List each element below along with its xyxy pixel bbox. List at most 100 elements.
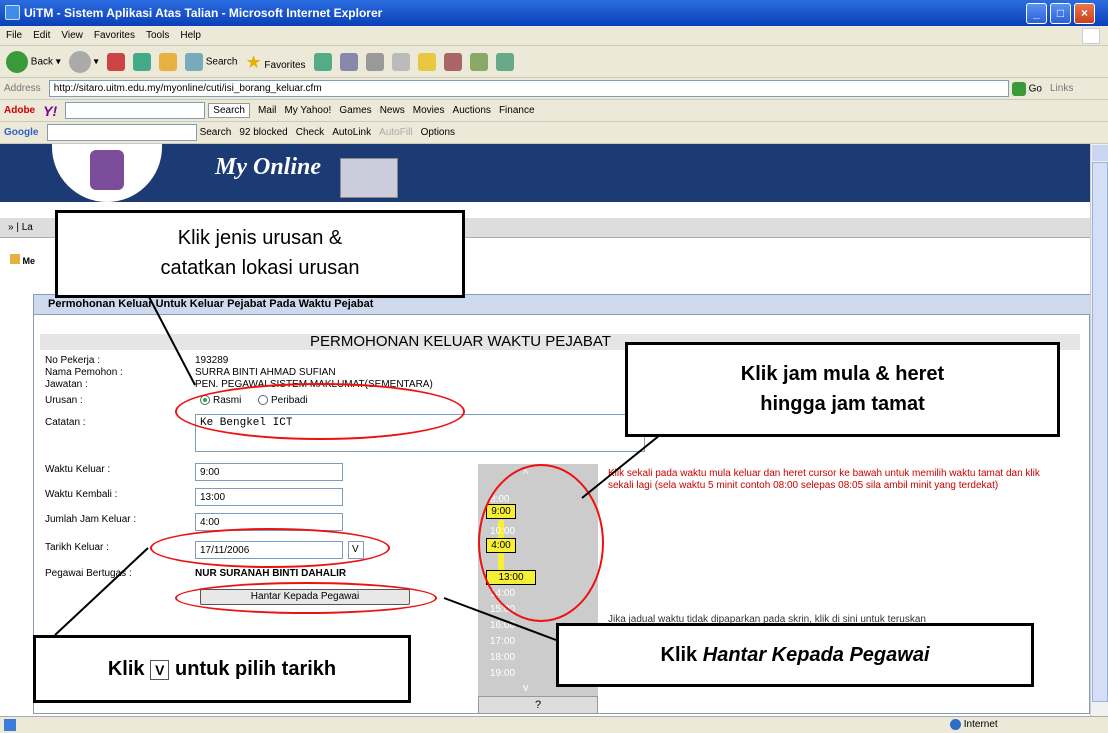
callout-urusan: Klik jenis urusan & catatkan lokasi urus…	[55, 210, 465, 298]
menu-edit[interactable]: Edit	[27, 26, 55, 41]
time-mark-1800[interactable]: 18:00	[490, 652, 515, 663]
search-icon	[184, 53, 203, 71]
yahoo-logo-icon[interactable]: Y!	[43, 103, 57, 119]
site-brand-title: My Online	[215, 154, 322, 180]
label-nama: Nama Pemohon :	[45, 367, 123, 378]
callout-urusan-line2: catatkan lokasi urusan	[160, 257, 360, 279]
history-icon[interactable]	[313, 53, 332, 71]
google-toolbar: Google Search 92 blocked Check AutoLink …	[0, 122, 1108, 144]
globe-icon	[950, 719, 961, 730]
label-waktu-keluar: Waktu Keluar :	[45, 464, 111, 475]
autolink-button[interactable]: AutoLink	[332, 127, 371, 138]
vertical-scrollbar[interactable]	[1090, 144, 1108, 716]
waktu-kembali-input[interactable]: 13:00	[195, 488, 343, 506]
yahoo-search-button[interactable]: Search	[208, 103, 250, 118]
form-title: PERMOHONAN KELUAR WAKTU PEJABAT	[310, 333, 611, 350]
autofill-button[interactable]: AutoFill	[379, 127, 412, 138]
standard-toolbar: Back ▾ ▾ Search ★ Favorites	[0, 46, 1108, 78]
back-button[interactable]: Back ▾	[6, 51, 61, 73]
site-banner	[0, 144, 1090, 202]
yahoo-finance-link[interactable]: Finance	[499, 105, 535, 116]
menu-help[interactable]: Help	[174, 26, 206, 41]
yahoo-mail-link[interactable]: Mail	[258, 105, 276, 116]
yahoo-games-link[interactable]: Games	[339, 105, 371, 116]
time-mark-1700[interactable]: 17:00	[490, 636, 515, 647]
label-no-pekerja: No Pekerja :	[45, 355, 101, 366]
go-arrow-icon	[1011, 81, 1026, 96]
time-mark-1600[interactable]: 16:00	[490, 620, 515, 631]
mail-icon[interactable]	[339, 53, 358, 71]
waktu-keluar-input[interactable]: 9:00	[195, 463, 343, 481]
yahoo-auctions-link[interactable]: Auctions	[453, 105, 491, 116]
panel-header: Permohonan Keluar Untuk Keluar Pejabat P…	[34, 295, 1090, 315]
google-logo[interactable]: Google	[4, 127, 38, 138]
adobe-button[interactable]: Adobe	[4, 105, 35, 116]
tree-root-item[interactable]: Me	[10, 254, 35, 266]
window-title: UiTM - Sistem Aplikasi Atas Talian - Mic…	[24, 6, 383, 20]
date-button-glyph: V	[150, 660, 170, 680]
address-bar: Address http://sitaro.uitm.edu.my/myonli…	[0, 78, 1108, 100]
home-icon[interactable]	[158, 53, 177, 71]
time-instructions: Klik sekali pada waktu mula keluar dan h…	[608, 468, 1040, 491]
maximize-button[interactable]: □	[1050, 3, 1071, 24]
search-button[interactable]: Search	[184, 53, 237, 71]
star-icon: ★	[245, 51, 262, 72]
scroll-thumb[interactable]	[1092, 162, 1108, 702]
favorites-button[interactable]: ★ Favorites	[245, 52, 305, 73]
value-no-pekerja: 193289	[195, 355, 229, 366]
edit-icon[interactable]	[391, 53, 410, 71]
window-titlebar: UiTM - Sistem Aplikasi Atas Talian - Mic…	[0, 0, 1108, 26]
popup-blocked-count[interactable]: 92 blocked	[239, 127, 287, 138]
menu-tools[interactable]: Tools	[140, 26, 174, 41]
callout-urusan-line1: Klik jenis urusan &	[177, 227, 343, 249]
annotation-ellipse-urusan	[175, 383, 465, 440]
close-button[interactable]: ×	[1074, 3, 1095, 24]
label-catatan: Catatan :	[45, 417, 86, 428]
yahoo-search-input[interactable]	[65, 102, 206, 119]
research-icon[interactable]	[469, 53, 488, 71]
address-label: Address	[4, 83, 41, 94]
google-search-button[interactable]: Search	[200, 127, 232, 138]
uitm-crest-icon	[90, 150, 124, 190]
timeline-help-button[interactable]: ?	[478, 696, 598, 714]
forward-button[interactable]: ▾	[68, 51, 99, 73]
yahoo-myyahoo-link[interactable]: My Yahoo!	[284, 105, 331, 116]
links-label[interactable]: Links	[1050, 83, 1073, 94]
options-button[interactable]: Options	[421, 127, 455, 138]
label-jawatan: Jawatan :	[45, 379, 88, 390]
folder-icon[interactable]	[417, 53, 436, 71]
google-search-input[interactable]	[46, 124, 197, 141]
yahoo-news-link[interactable]: News	[380, 105, 405, 116]
minimize-button[interactable]: _	[1026, 3, 1047, 24]
go-button[interactable]: Go	[1011, 81, 1042, 96]
time-mark-1900[interactable]: 19:00	[490, 668, 515, 679]
address-input[interactable]: http://sitaro.uitm.edu.my/myonline/cuti/…	[48, 80, 1009, 97]
messenger-icon[interactable]	[443, 53, 462, 71]
back-arrow-icon	[6, 51, 28, 73]
callout-timeline: Klik jam mula & heret hingga jam tamat	[625, 342, 1060, 437]
menu-file[interactable]: File	[0, 26, 27, 41]
callout-hantar: Klik Hantar Kepada Pegawai	[556, 623, 1034, 687]
menu-view[interactable]: View	[55, 26, 88, 41]
menu-favorites[interactable]: Favorites	[88, 26, 140, 41]
label-pegawai: Pegawai Bertugas :	[45, 568, 132, 579]
value-pegawai: NUR SURANAH BINTI DAHALIR	[195, 568, 347, 579]
tools-icon[interactable]	[496, 53, 515, 71]
scroll-up-arrow-icon[interactable]	[1092, 145, 1108, 161]
value-nama: SURRA BINTI AHMAD SUFIAN	[195, 367, 336, 378]
status-bar: Internet	[0, 716, 1108, 733]
folder-icon	[10, 254, 20, 264]
label-waktu-kembali: Waktu Kembali :	[45, 489, 118, 500]
yahoo-toolbar: Adobe Y! Search Mail My Yahoo! Games New…	[0, 100, 1108, 122]
stop-icon[interactable]	[106, 53, 125, 71]
timeline-down-arrow[interactable]: v	[523, 682, 529, 694]
spell-check-button[interactable]: Check	[296, 127, 324, 138]
print-icon[interactable]	[365, 53, 384, 71]
callout-hantar-italic: Hantar Kepada Pegawai	[702, 644, 930, 666]
callout-tarikh-prefix: Klik	[107, 658, 145, 680]
refresh-icon[interactable]	[132, 53, 151, 71]
callout-timeline-line1: Klik jam mula & heret	[740, 363, 945, 385]
annotation-ellipse-timeline	[478, 464, 604, 622]
yahoo-movies-link[interactable]: Movies	[413, 105, 445, 116]
label-tarikh-keluar: Tarikh Keluar :	[45, 542, 109, 553]
